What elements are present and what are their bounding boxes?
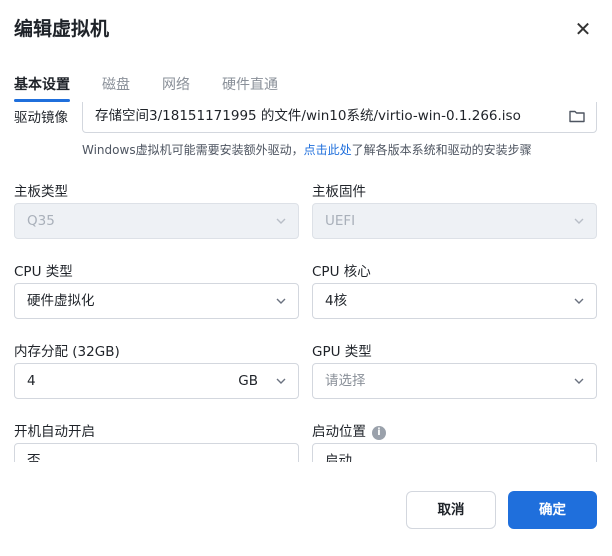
memory-label: 内存分配 (32GB) [14, 344, 120, 360]
driver-image-label: 驱动镜像 [14, 110, 68, 126]
edit-vm-dialog: 编辑虚拟机 ✕ 基本设置 磁盘 网络 硬件直通 驱动镜像 存储空间3/18151… [0, 0, 612, 556]
tab-network[interactable]: 网络 [162, 74, 190, 102]
gpu-type-select[interactable]: 请选择 [312, 363, 597, 399]
close-icon[interactable]: ✕ [570, 16, 596, 42]
chevron-down-icon [572, 364, 586, 398]
chevron-down-icon [572, 204, 586, 238]
cpu-cores-label: CPU 核心 [312, 264, 371, 280]
cancel-button[interactable]: 取消 [406, 491, 496, 529]
folder-icon[interactable] [568, 102, 586, 132]
board-firmware-value: UEFI [325, 213, 356, 229]
driver-hint: Windows虚拟机可能需要安装额外驱动，点击此处了解各版本系统和驱动的安装步骤 [82, 141, 532, 158]
memory-value: 4 [27, 373, 36, 389]
autostart-select[interactable]: 否 [14, 443, 299, 462]
board-type-value: Q35 [27, 213, 55, 229]
form-scroll-area[interactable]: 驱动镜像 存储空间3/18151171995 的文件/win10系统/virti… [0, 102, 612, 462]
driver-hint-suffix: 了解各版本系统和驱动的安装步骤 [351, 143, 532, 157]
cpu-type-value: 硬件虚拟化 [27, 293, 95, 309]
board-firmware-label: 主板固件 [312, 184, 366, 200]
boot-position-select[interactable]: 启动 [312, 443, 597, 462]
chevron-down-icon [274, 204, 288, 238]
boot-position-label: 启动位置 i [312, 420, 386, 440]
tab-basic-settings[interactable]: 基本设置 [14, 74, 70, 102]
board-type-label: 主板类型 [14, 184, 68, 200]
cpu-cores-select[interactable]: 4核 [312, 283, 597, 319]
gpu-type-label: GPU 类型 [312, 344, 372, 360]
driver-hint-prefix: Windows虚拟机可能需要安装额外驱动， [82, 143, 304, 157]
driver-hint-link[interactable]: 点击此处 [304, 143, 352, 157]
boot-position-label-text: 启动位置 [312, 424, 366, 440]
driver-image-value: 存储空间3/18151171995 的文件/win10系统/virtio-win… [95, 108, 521, 124]
chevron-down-icon [274, 284, 288, 318]
memory-unit: GB [238, 373, 258, 389]
board-type-select: Q35 [14, 203, 299, 239]
board-firmware-select: UEFI [312, 203, 597, 239]
cpu-cores-value: 4核 [325, 293, 348, 309]
autostart-label: 开机自动开启 [14, 424, 95, 440]
confirm-button[interactable]: 确定 [508, 491, 597, 529]
chevron-down-icon[interactable] [274, 364, 288, 398]
cpu-type-label: CPU 类型 [14, 264, 73, 280]
driver-image-field[interactable]: 存储空间3/18151171995 的文件/win10系统/virtio-win… [82, 102, 597, 133]
chevron-down-icon [572, 284, 586, 318]
boot-position-value: 启动 [325, 453, 352, 462]
tab-disk[interactable]: 磁盘 [102, 74, 130, 102]
dialog-footer: 取消 确定 [0, 462, 612, 556]
info-icon[interactable]: i [372, 426, 386, 440]
memory-input[interactable]: 4 GB [14, 363, 299, 399]
tab-bar: 基本设置 磁盘 网络 硬件直通 [0, 74, 612, 102]
gpu-type-placeholder: 请选择 [325, 373, 366, 389]
autostart-value: 否 [27, 453, 41, 462]
cpu-type-select[interactable]: 硬件虚拟化 [14, 283, 299, 319]
dialog-title: 编辑虚拟机 [14, 18, 110, 40]
tab-hardware-passthrough[interactable]: 硬件直通 [222, 74, 278, 102]
